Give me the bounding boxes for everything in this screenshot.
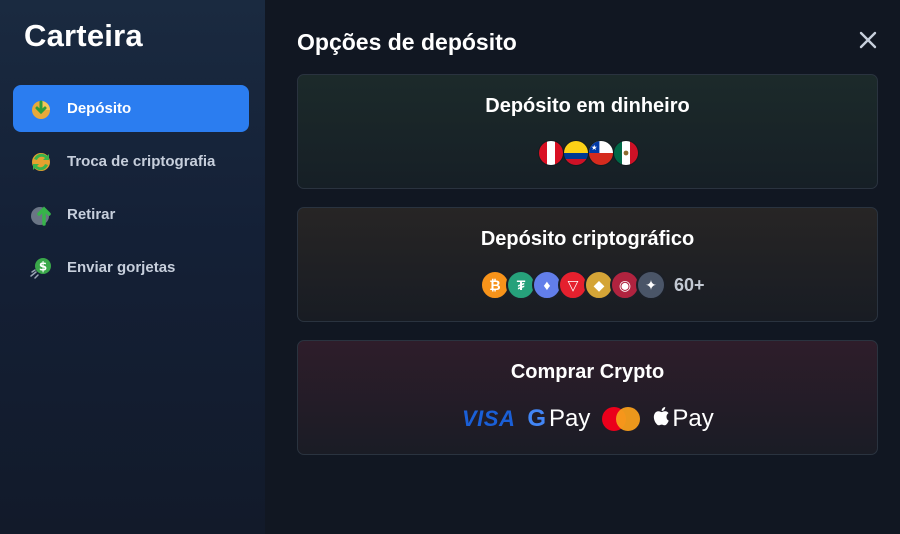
more-coins-count: 60+ bbox=[674, 274, 705, 295]
page-title: Opções de depósito bbox=[297, 29, 517, 55]
close-icon[interactable] bbox=[858, 30, 878, 50]
google-g-icon: G bbox=[527, 405, 547, 432]
sidebar-item-tips[interactable]: $ Enviar gorjetas bbox=[13, 244, 249, 291]
sidebar-item-exchange[interactable]: Troca de criptografia bbox=[13, 138, 249, 185]
apple-pay-text: Pay bbox=[672, 405, 714, 432]
card-title: Depósito em dinheiro bbox=[485, 95, 690, 117]
exchange-icon bbox=[29, 150, 53, 174]
sidebar-item-label: Enviar gorjetas bbox=[67, 259, 176, 276]
mastercard-icon bbox=[602, 407, 641, 431]
apple-pay-logo: Pay bbox=[652, 405, 714, 433]
peru-flag-icon bbox=[538, 140, 564, 166]
crypto-coins: ₿ ₮ ♦ ▽ ◆ ◉ ✦ 60+ bbox=[480, 270, 705, 300]
wallet-title: Carteira bbox=[24, 18, 143, 53]
sidebar: Carteira Depósito Troca de criptografia … bbox=[0, 0, 265, 534]
buy-crypto-card[interactable]: Comprar Crypto VISA G Pay Pay bbox=[297, 340, 878, 455]
apple-icon bbox=[652, 405, 670, 433]
deposit-icon bbox=[29, 97, 53, 121]
cash-deposit-card[interactable]: Depósito em dinheiro ★ bbox=[297, 74, 878, 189]
sidebar-item-withdraw[interactable]: Retirar bbox=[13, 191, 249, 238]
colombia-flag-icon bbox=[563, 140, 589, 166]
tip-icon: $ bbox=[29, 256, 53, 280]
main-panel: Opções de depósito Depósito em dinheiro … bbox=[265, 0, 900, 534]
svg-text:★: ★ bbox=[591, 143, 597, 152]
sidebar-item-deposit[interactable]: Depósito bbox=[13, 85, 249, 132]
sidebar-item-label: Retirar bbox=[67, 206, 116, 223]
card-title: Depósito criptográfico bbox=[480, 228, 695, 250]
sidebar-nav: Depósito Troca de criptografia Retirar $… bbox=[13, 85, 249, 297]
google-pay-logo: G Pay bbox=[527, 405, 590, 433]
google-pay-text: Pay bbox=[549, 405, 591, 432]
svg-text:$: $ bbox=[39, 259, 47, 273]
crypto-deposit-card[interactable]: Depósito criptográfico ₿ ₮ ♦ ▽ ◆ ◉ ✦ 60+ bbox=[297, 207, 878, 322]
country-flags: ★ bbox=[538, 140, 639, 166]
sidebar-item-label: Depósito bbox=[67, 100, 132, 117]
withdraw-icon bbox=[29, 203, 53, 227]
visa-logo: VISA bbox=[462, 406, 516, 431]
mexico-flag-icon bbox=[613, 140, 639, 166]
chile-flag-icon: ★ bbox=[588, 140, 614, 166]
sidebar-item-label: Troca de criptografia bbox=[67, 153, 216, 170]
coin-icon: ✦ bbox=[636, 270, 666, 300]
payment-methods: VISA G Pay Pay bbox=[462, 405, 714, 433]
card-title: Comprar Crypto bbox=[510, 361, 665, 383]
